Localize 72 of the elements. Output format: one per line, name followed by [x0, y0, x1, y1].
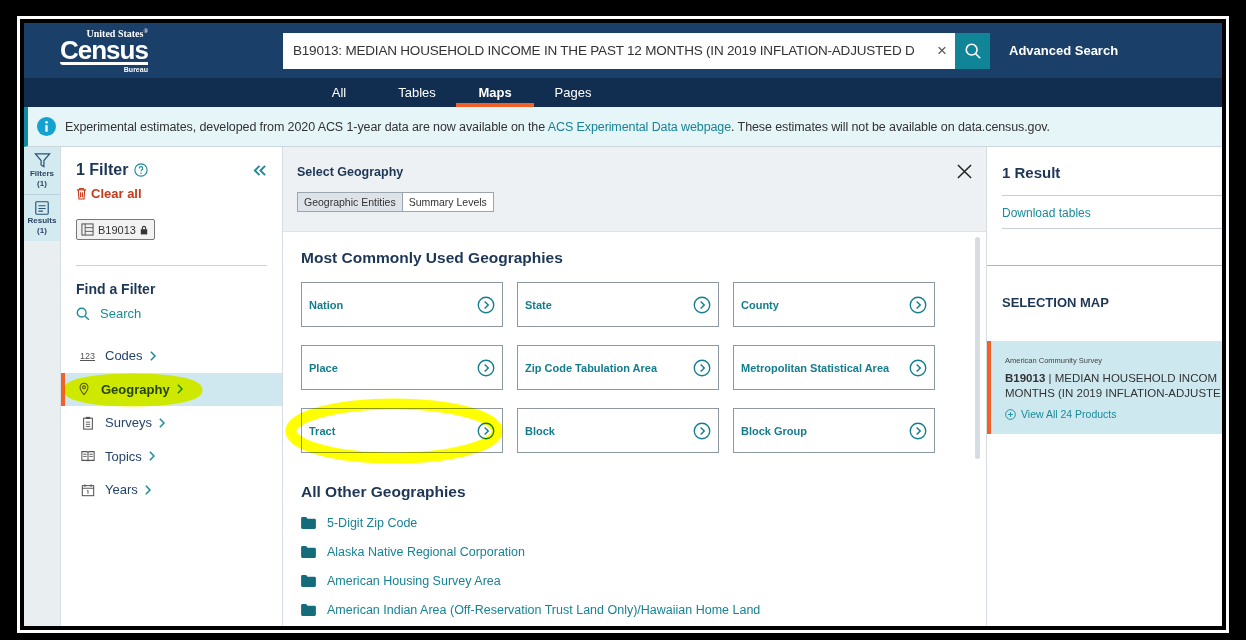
- geography-list-item[interactable]: American Indian Area (Off-Reservation Trust Land Only)/Hawaiian Home Land: [301, 603, 968, 617]
- find-filter-heading: Find a Filter: [76, 281, 157, 297]
- geography-list-item[interactable]: American Housing Survey Area: [301, 574, 968, 588]
- filter-category[interactable]: 123 Codes: [61, 339, 282, 373]
- clipboard-icon: [80, 415, 96, 430]
- geography-card[interactable]: County: [733, 282, 935, 327]
- panel-title: Select Geography: [297, 164, 404, 179]
- results-count-title: 1 Result: [1002, 164, 1062, 181]
- download-tables-link[interactable]: Download tables: [1002, 196, 1222, 228]
- info-icon: [37, 117, 56, 136]
- search-icon: [963, 41, 982, 60]
- filter-category[interactable]: Topics: [61, 439, 282, 473]
- result-title: B19013 | MEDIAN HOUSEHOLD INCOM MONTHS (IN 2019 INFLATION-ADJUSTE: [1005, 371, 1222, 401]
- nav-tab[interactable]: Pages: [534, 78, 612, 107]
- geography-card[interactable]: State: [517, 282, 719, 327]
- folder-icon: [301, 546, 316, 558]
- geography-card[interactable]: Nation: [301, 282, 503, 327]
- chevron-circle-icon: [693, 358, 711, 377]
- chevron-icon: [143, 484, 151, 495]
- calendar-icon: [80, 482, 96, 497]
- chevron-circle-icon: [909, 421, 927, 440]
- segment-toggle[interactable]: Geographic Entities: [297, 192, 403, 212]
- close-button[interactable]: [957, 164, 972, 179]
- help-icon[interactable]: [134, 163, 149, 177]
- banner-message: Experimental estimates, developed from 2020 ACS 1-year data are now available on the ACS Experimental Data webpage. These estimates will not be available on data.census.gov.: [65, 119, 1050, 134]
- advanced-search-link[interactable]: Advanced Search: [1009, 43, 1119, 58]
- geography-card[interactable]: Place: [301, 345, 503, 390]
- nav-tab[interactable]: Tables: [378, 78, 456, 107]
- chevron-circle-icon: [909, 295, 927, 314]
- rail-tab[interactable]: Results (1): [24, 193, 60, 241]
- clear-button[interactable]: ×: [933, 40, 947, 61]
- section-heading: Most Commonly Used Geographies: [301, 249, 564, 267]
- nav-tab[interactable]: All: [300, 78, 378, 107]
- search-button[interactable]: [955, 32, 990, 69]
- geography-card[interactable]: Block Group: [733, 408, 935, 453]
- chevron-circle-icon: [477, 358, 495, 377]
- geography-list-item[interactable]: Alaska Native Regional Corporation: [301, 545, 968, 559]
- table-icon: [81, 223, 94, 236]
- search-icon: [76, 306, 90, 321]
- section-heading: All Other Geographies: [301, 483, 467, 501]
- rail-tab[interactable]: Filters (1): [24, 147, 60, 194]
- trash-icon: [76, 187, 87, 200]
- plus-circle-icon: [1005, 408, 1016, 420]
- collapse-button[interactable]: [252, 163, 267, 177]
- filter-icon: [33, 152, 51, 169]
- chevron-circle-icon: [693, 421, 711, 440]
- book-icon: [80, 449, 96, 464]
- chevron-icon: [157, 417, 165, 428]
- folder-icon: [301, 604, 316, 616]
- filter-count-title: 1 Filter: [76, 161, 129, 179]
- filter-chip[interactable]: B19013: [76, 219, 155, 240]
- chevron-circle-icon: [477, 295, 495, 314]
- document-icon: [34, 199, 50, 216]
- filter-category[interactable]: Years: [61, 473, 282, 507]
- clear-all-button[interactable]: Clear all: [76, 186, 142, 201]
- search-field[interactable]: B19013: MEDIAN HOUSEHOLD INCOME IN THE PAST 12 MONTHS (IN 2019 INFLATION-ADJUSTED D ×: [283, 32, 955, 69]
- scrollbar[interactable]: [975, 237, 980, 459]
- chevron-circle-icon: [909, 358, 927, 377]
- filter-category[interactable]: Surveys: [61, 406, 282, 440]
- chevron-circle-icon: [693, 295, 711, 314]
- geography-list-item[interactable]: 5-Digit Zip Code: [301, 516, 968, 530]
- numbers-icon: 123: [80, 350, 96, 361]
- geography-card[interactable]: Zip Code Tabulation Area: [517, 345, 719, 390]
- geography-card[interactable]: Metropolitan Statistical Area: [733, 345, 935, 390]
- geography-card[interactable]: Block: [517, 408, 719, 453]
- filter-search-link[interactable]: Search: [76, 306, 142, 321]
- segment-toggle[interactable]: Summary Levels: [402, 192, 494, 212]
- chevron-icon: [148, 350, 156, 361]
- folder-icon: [301, 575, 316, 587]
- chevron-icon: [147, 451, 155, 462]
- selection-map-heading: SELECTION MAP: [1002, 295, 1110, 310]
- folder-icon: [301, 517, 316, 529]
